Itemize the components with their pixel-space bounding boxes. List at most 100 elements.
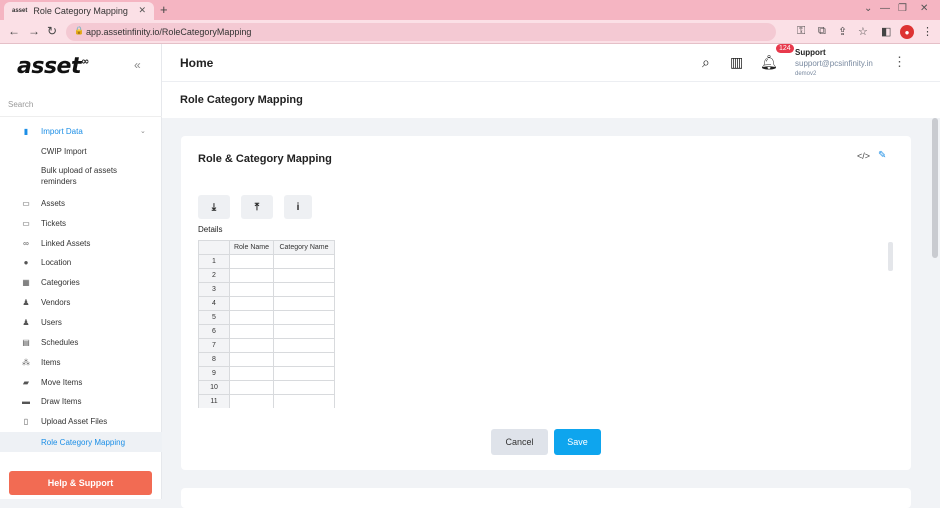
share-icon[interactable]: ⇪: [838, 25, 847, 38]
user-email: support@pcsinfinity.in: [795, 59, 873, 68]
grid-cell[interactable]: [273, 366, 335, 381]
grid-cell[interactable]: [273, 282, 335, 297]
grid-cell[interactable]: [273, 338, 335, 353]
bell-icon[interactable]: 🔔︎: [760, 54, 778, 71]
upload-button[interactable]: ⤒: [241, 195, 273, 219]
grid-cell[interactable]: [229, 296, 274, 311]
grid-cell[interactable]: [273, 380, 335, 395]
grid-cell[interactable]: [229, 324, 274, 339]
file-icon: ▯: [23, 416, 29, 426]
sidebar-item-linked-assets[interactable]: ∞ Linked Assets: [0, 234, 162, 252]
user-name[interactable]: Support: [795, 48, 826, 57]
sidebar-item-move-items[interactable]: ▰ Move Items: [0, 373, 162, 391]
forward-icon[interactable]: →: [28, 24, 40, 38]
key-icon[interactable]: ⚿: [797, 25, 805, 38]
header-title: Home: [180, 56, 214, 70]
draw-icon: ▬: [22, 396, 30, 406]
cancel-button[interactable]: Cancel: [491, 429, 548, 455]
grid-cell[interactable]: [273, 254, 335, 269]
grid-cell[interactable]: [229, 352, 274, 367]
url-text: app.assetinfinity.io/RoleCategoryMapping: [86, 27, 252, 37]
grid-cell[interactable]: [273, 296, 335, 311]
sidebar-item-import-data[interactable]: ▮ Import Data ⌄: [0, 122, 162, 140]
grid-cell[interactable]: [229, 310, 274, 325]
spreadsheet-grid[interactable]: Role Name Category Name 1 2 3 4 5 6 7 8 …: [198, 240, 338, 408]
chevron-down-icon[interactable]: ⌄: [864, 3, 872, 14]
restore-icon[interactable]: ❐: [898, 3, 907, 14]
sidebar-item-categories[interactable]: ▦ Categories: [0, 273, 162, 291]
grid-cell[interactable]: [229, 268, 274, 283]
url-field[interactable]: 🔒 app.assetinfinity.io/RoleCategoryMappi…: [66, 23, 776, 41]
star-icon[interactable]: ☆: [858, 25, 868, 38]
sidebar-item-label: Location: [41, 257, 72, 267]
grid-cell[interactable]: [229, 380, 274, 395]
save-button[interactable]: Save: [554, 429, 601, 455]
search-input[interactable]: Search: [8, 100, 33, 109]
grid-cell[interactable]: [229, 394, 274, 408]
new-tab-icon[interactable]: +: [160, 2, 168, 17]
sidebar-item-bulk-upload[interactable]: Bulk upload of assets reminders: [0, 162, 162, 190]
install-icon[interactable]: ⧉: [818, 25, 826, 38]
grid-cell[interactable]: [229, 338, 274, 353]
address-bar: ← → ↻ 🔒 app.assetinfinity.io/RoleCategor…: [0, 20, 940, 44]
row-number: 11: [198, 394, 230, 408]
grid-cell[interactable]: [273, 310, 335, 325]
categories-icon: ▦: [22, 277, 30, 287]
minimize-icon[interactable]: —: [880, 3, 890, 14]
browser-menu-icon[interactable]: ⋮: [922, 25, 933, 38]
divider: [0, 116, 162, 117]
browser-tab[interactable]: asset Role Category Mapping ✕: [4, 2, 154, 20]
collapse-sidebar-icon[interactable]: «: [134, 58, 141, 72]
more-options-icon[interactable]: ⋮: [893, 54, 906, 70]
edit-icon[interactable]: ✎: [878, 150, 886, 161]
sidebar-item-location[interactable]: ● Location: [0, 253, 162, 271]
grid-cell[interactable]: [273, 394, 335, 408]
download-button[interactable]: ⤓: [198, 195, 230, 219]
sidebar-item-items[interactable]: ⁂ Items: [0, 353, 162, 371]
back-icon[interactable]: ←: [8, 24, 20, 38]
barcode-scan-icon[interactable]: ▥: [730, 54, 743, 71]
page-scrollbar[interactable]: [932, 118, 938, 258]
download-icon: ⤓: [211, 201, 217, 213]
column-header-category-name[interactable]: Category Name: [273, 240, 335, 255]
row-number: 3: [198, 282, 230, 297]
link-icon: ∞: [23, 238, 29, 248]
sidebar-item-draw-items[interactable]: ▬ Draw Items: [0, 392, 162, 410]
sidebar-item-tickets[interactable]: ▭ Tickets: [0, 214, 162, 232]
zoom-search-icon[interactable]: ⌕: [702, 54, 710, 71]
row-number: 6: [198, 324, 230, 339]
row-number: 8: [198, 352, 230, 367]
grid-scrollbar[interactable]: [888, 242, 893, 271]
grid-cell[interactable]: [273, 324, 335, 339]
table-row: 3: [198, 282, 335, 297]
code-icon[interactable]: </>: [857, 151, 870, 161]
close-tab-icon[interactable]: ✕: [138, 5, 146, 16]
sidebar-item-cwip-import[interactable]: CWIP Import: [0, 142, 162, 160]
row-number: 9: [198, 366, 230, 381]
card-title: Role & Category Mapping: [198, 153, 332, 165]
profile-avatar[interactable]: ●: [900, 25, 914, 39]
grid-cell[interactable]: [273, 352, 335, 367]
sidebar-item-vendors[interactable]: ♟ Vendors: [0, 293, 162, 311]
grid-cell[interactable]: [229, 366, 274, 381]
upload-icon: ⤒: [254, 201, 260, 213]
column-header-role-name[interactable]: Role Name: [229, 240, 274, 255]
help-support-button[interactable]: Help & Support: [9, 471, 152, 495]
sidebar-item-label: Draw Items: [41, 396, 82, 406]
sidebar-item-upload-asset-files[interactable]: ▯ Upload Asset Files: [0, 412, 162, 430]
info-button[interactable]: i: [284, 195, 312, 219]
table-row: 6: [198, 324, 335, 339]
sidebar-item-schedules[interactable]: ▤ Schedules: [0, 333, 162, 351]
grid-cell[interactable]: [273, 268, 335, 283]
details-label: Details: [198, 225, 223, 234]
close-window-icon[interactable]: ✕: [920, 3, 928, 14]
sidepanel-icon[interactable]: ◧: [881, 25, 891, 38]
grid-cell[interactable]: [229, 254, 274, 269]
sidebar-item-users[interactable]: ♟ Users: [0, 313, 162, 331]
sidebar-item-role-category-mapping[interactable]: Role Category Mapping: [0, 432, 162, 452]
reload-icon[interactable]: ↻: [47, 24, 57, 38]
grid-cell[interactable]: [229, 282, 274, 297]
sidebar-item-assets[interactable]: ▭ Assets: [0, 194, 162, 212]
sidebar-item-label: Schedules: [41, 337, 79, 347]
users-icon: ♟: [22, 317, 30, 327]
